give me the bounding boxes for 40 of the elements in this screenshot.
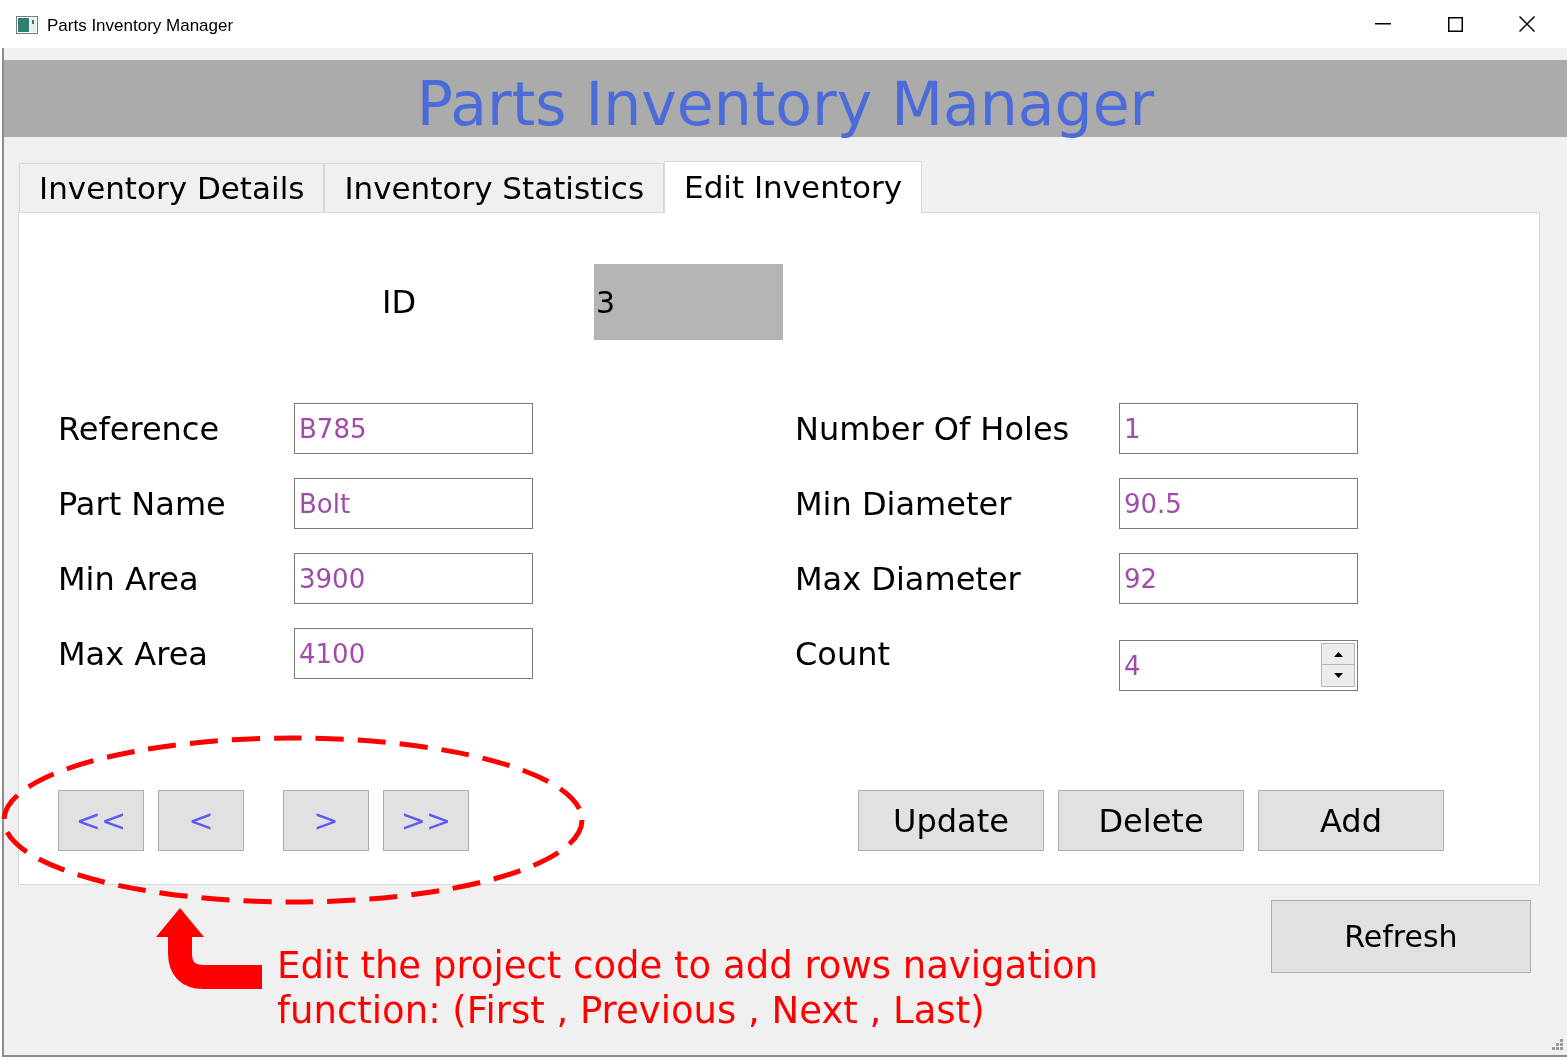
action-button[interactable]: Add — [1258, 790, 1444, 851]
text-input[interactable]: Bolt — [294, 478, 533, 529]
tab[interactable]: Inventory Statistics — [324, 163, 665, 212]
spin-up-button[interactable] — [1321, 643, 1355, 665]
tab[interactable]: Edit Inventory — [664, 161, 922, 213]
spin-down-button[interactable] — [1321, 665, 1355, 687]
text-input[interactable]: 4100 — [294, 628, 533, 679]
field-label: Part Name — [58, 483, 226, 525]
tab[interactable]: Inventory Details — [19, 163, 325, 212]
text-input[interactable]: 90.5 — [1119, 478, 1358, 529]
action-button[interactable]: Update — [858, 790, 1044, 851]
nav-button[interactable]: < — [158, 790, 244, 851]
text-input[interactable]: B785 — [294, 403, 533, 454]
up-triangle-icon — [1333, 651, 1343, 657]
close-icon — [1519, 16, 1535, 32]
nav-button[interactable]: >> — [383, 790, 469, 851]
field-label: Min Area — [58, 558, 199, 600]
resize-grip-icon[interactable] — [1552, 1039, 1564, 1051]
instruction-note: Edit the project code to add rows navigation function: (First , Previous , Next , Last) — [277, 943, 1099, 1033]
nav-button[interactable]: > — [283, 790, 369, 851]
text-input[interactable]: 92 — [1119, 553, 1358, 604]
id-label: ID — [382, 283, 417, 321]
app-window-icon — [16, 16, 38, 34]
field-label: Count — [795, 633, 891, 675]
window-title: Parts Inventory Manager — [47, 14, 234, 37]
field-label: Reference — [58, 408, 220, 450]
id-value: 3 — [594, 264, 783, 340]
bent-arrow-icon — [156, 908, 262, 991]
field-label: Min Diameter — [795, 483, 1012, 525]
nav-button[interactable]: << — [58, 790, 144, 851]
maximize-icon — [1447, 16, 1463, 32]
down-triangle-icon — [1333, 673, 1343, 678]
minimize-icon — [1375, 23, 1391, 25]
text-input[interactable]: 1 — [1119, 403, 1358, 454]
action-button[interactable]: Delete — [1058, 790, 1244, 851]
refresh-button[interactable]: Refresh — [1271, 900, 1531, 973]
field-label: Number Of Holes — [795, 408, 1070, 450]
text-input[interactable]: 3900 — [294, 553, 533, 604]
field-label: Max Area — [58, 633, 208, 675]
field-label: Max Diameter — [795, 558, 1021, 600]
